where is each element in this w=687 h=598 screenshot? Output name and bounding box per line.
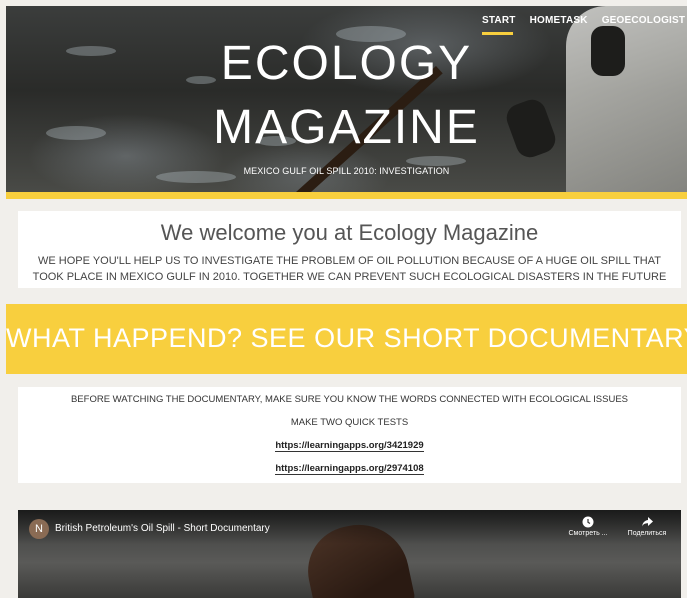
tests-intro: BEFORE WATCHING THE DOCUMENTARY, MAKE SU…	[70, 394, 629, 405]
hero-title-line2: MAGAZINE	[213, 101, 480, 154]
welcome-line-1: WE HOPE YOU'LL HELP US TO INVESTIGATE TH…	[38, 255, 661, 267]
accent-divider	[6, 192, 687, 199]
share-arrow-icon	[641, 517, 653, 527]
test-link-1[interactable]: https://learningapps.org/3421929	[275, 440, 424, 452]
welcome-text: WE HOPE YOU'LL HELP US TO INVESTIGATE TH…	[18, 253, 681, 285]
documentary-title: WHAT HAPPEND? SEE OUR SHORT DOCUMENTARY	[6, 323, 687, 353]
nav-item-hometask[interactable]: HOMETASK	[530, 15, 588, 26]
share-label: Поделиться	[627, 530, 667, 537]
hero-banner: ECOLOGY MAGAZINE MEXICO GULF OIL SPILL 2…	[6, 6, 687, 194]
nav-item-geoecologist[interactable]: GEOECOLOGIST	[602, 15, 686, 26]
welcome-title: We welcome you at Ecology Magazine	[160, 220, 539, 245]
share-button[interactable]: Поделиться	[619, 516, 675, 537]
video-player[interactable]: N British Petroleum's Oil Spill - Short …	[18, 510, 681, 598]
documentary-banner: WHAT HAPPEND? SEE OUR SHORT DOCUMENTARY	[6, 304, 687, 374]
test-link-2[interactable]: https://learningapps.org/2974108	[275, 463, 424, 475]
welcome-section: We welcome you at Ecology Magazine WE HO…	[18, 211, 681, 288]
clock-icon	[582, 516, 594, 528]
watch-later-label: Смотреть ...	[568, 530, 608, 537]
hero-title-line1: ECOLOGY	[220, 37, 473, 90]
tests-heading: MAKE TWO QUICK TESTS	[290, 417, 409, 428]
tests-section: BEFORE WATCHING THE DOCUMENTARY, MAKE SU…	[18, 387, 681, 483]
watch-later-button[interactable]: Смотреть ...	[563, 516, 613, 537]
hero-subtitle: MEXICO GULF OIL SPILL 2010: INVESTIGATIO…	[243, 166, 450, 176]
channel-avatar[interactable]: N	[29, 519, 49, 539]
nav-item-start[interactable]: START	[482, 15, 516, 35]
welcome-line-2: TOOK PLACE IN MEXICO GULF IN 2010. TOGET…	[32, 271, 667, 283]
video-title[interactable]: British Petroleum's Oil Spill - Short Do…	[55, 523, 270, 534]
top-nav: START HOMETASK GEOECOLOGIST AI	[482, 15, 687, 35]
